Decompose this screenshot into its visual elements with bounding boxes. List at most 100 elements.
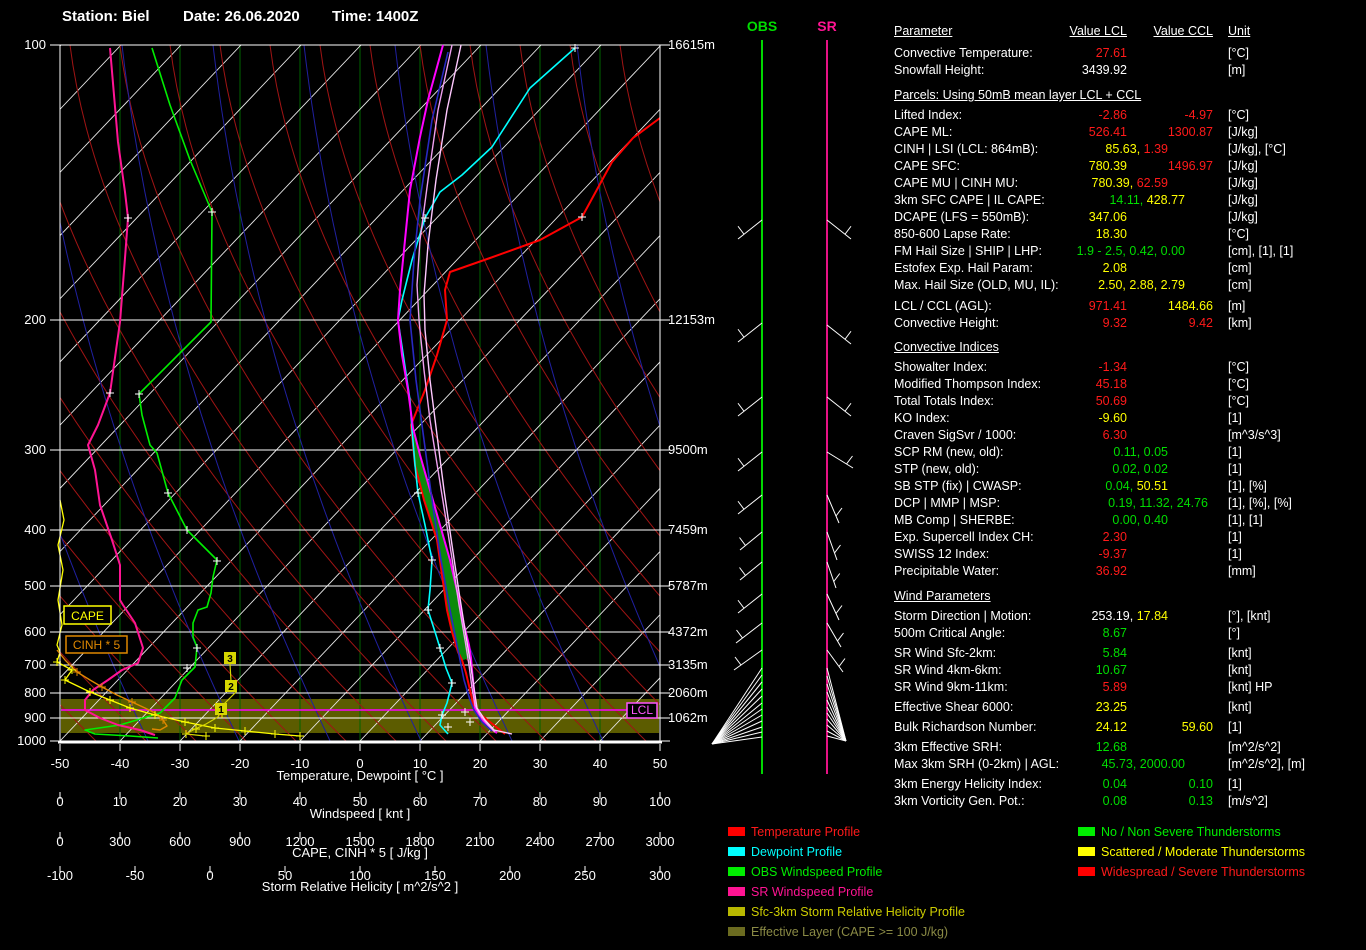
param-unit: [1] (1228, 530, 1242, 544)
legend-swatch (728, 887, 745, 896)
param-unit: [m^2/s^2] (1228, 740, 1281, 754)
param-value-lcl: 0.19, 11.32, 24.76 (1108, 496, 1208, 510)
param-value-lcl: 10.67 (1095, 663, 1127, 677)
param-value-lcl: 5.89 (1102, 680, 1127, 694)
axis-tick-label: 2400 (526, 834, 555, 849)
table-row: 3km Vorticity Gen. Pot.: 0.08 0.13 [m/s^2] (0, 794, 1366, 810)
table-row: Storm Direction | Motion: 253.19, 17.84 [°… (0, 609, 1366, 625)
table-row: Total Totals Index: 50.69 [°C] (0, 394, 1366, 410)
sounding-app-window: Station: Biel Date: 26.06.2020 Time: 140… (0, 0, 1366, 950)
param-value-lcl: 780.39, 62.59 (1091, 176, 1168, 190)
param-value-lcl: 0.04, 50.51 (1105, 479, 1168, 493)
legend-label: Effective Layer (CAPE >= 100 J/kg) (751, 925, 949, 939)
col-value-lcl: Value LCL (1069, 24, 1127, 38)
param-unit: [°C] (1228, 46, 1249, 60)
table-row: Estofex Exp. Hail Param: 2.08 [cm] (0, 261, 1366, 277)
param-value-lcl: -1.34 (1098, 360, 1128, 374)
table-row: LCL / CCL (AGL): 971.41 1484.66 [m] (0, 299, 1366, 315)
param-value-lcl: 253.19, 17.84 (1091, 609, 1168, 623)
param-label: Storm Direction | Motion: (894, 609, 1032, 623)
axis-tick-label: 200 (499, 868, 521, 883)
axis-tick-label: 0 (206, 868, 213, 883)
axis-tick-label: 3000 (646, 834, 675, 849)
axis-tick-label: -50 (126, 868, 145, 883)
param-label: Total Totals Index: (894, 394, 994, 408)
param-unit: [knt] (1228, 663, 1252, 677)
pressure-tick-label: 500 (24, 578, 46, 593)
param-label: Craven SigSvr / 1000: (894, 428, 1017, 442)
section-title: Convective Indices (894, 340, 999, 354)
axis-tick-label: 300 (649, 868, 671, 883)
param-unit: [m] (1228, 299, 1246, 313)
param-label: 3km Vorticity Gen. Pot.: (894, 794, 1025, 808)
param-label: CAPE MU | CINH MU: (894, 176, 1019, 190)
param-value-lcl: 12.68 (1095, 740, 1127, 754)
legend-label: SR Windspeed Profile (751, 885, 874, 899)
param-unit: [J/kg] (1228, 193, 1258, 207)
param-unit: [1] (1228, 411, 1242, 425)
param-unit: [J/kg] (1228, 125, 1258, 139)
param-value-lcl: -9.60 (1098, 411, 1128, 425)
param-label: 850-600 Lapse Rate: (894, 227, 1011, 241)
param-value-lcl: 24.12 (1095, 720, 1127, 734)
legend-swatch (728, 847, 745, 856)
param-value-lcl: 23.25 (1095, 700, 1127, 714)
table-row: Showalter Index: -1.34 [°C] (0, 360, 1366, 376)
param-unit: [J/kg] (1228, 176, 1258, 190)
param-value-lcl: -2.86 (1098, 108, 1128, 122)
param-value-lcl: 18.30 (1095, 227, 1127, 241)
param-value-lcl: 1.9 - 2.5, 0.42, 0.00 (1076, 244, 1185, 258)
param-value-lcl: 0.00, 0.40 (1112, 513, 1168, 527)
param-unit: [cm], [1], [1] (1228, 244, 1294, 258)
param-value-lcl: 971.41 (1088, 299, 1127, 313)
param-value-lcl: 2.50, 2.88, 2.79 (1098, 278, 1185, 292)
param-value-lcl: 85.63, 1.39 (1105, 142, 1168, 156)
table-row: SCP RM (new, old): 0.11, 0.05 [1] (0, 445, 1366, 461)
param-value-ccl: -4.97 (1184, 108, 1214, 122)
col-parameter: Parameter (894, 24, 953, 38)
table-row: SR Wind 9km-11km: 5.89 [knt] HP (0, 680, 1366, 696)
param-unit: [J/kg] (1228, 159, 1258, 173)
table-row: DCAPE (LFS = 550mB): 347.06 [J/kg] (0, 210, 1366, 226)
param-unit: [m^2/s^2], [m] (1228, 757, 1306, 771)
param-label: CAPE ML: (894, 125, 953, 139)
axis-title-srh: Storm Relative Helicity [ m^2/s^2 ] (262, 879, 458, 894)
param-label: Showalter Index: (894, 360, 988, 374)
axis-tick-label: 2700 (586, 834, 615, 849)
param-label: SB STP (fix) | CWASP: (894, 479, 1022, 493)
legend-swatch (728, 907, 745, 916)
legend-label: Widespread / Severe Thunderstorms (1101, 865, 1306, 879)
param-label: Bulk Richardson Number: (894, 720, 1037, 734)
param-value-ccl: 0.13 (1188, 794, 1213, 808)
param-value-lcl: 2.30 (1102, 530, 1127, 544)
param-label: Max. Hail Size (OLD, MU, IL): (894, 278, 1059, 292)
param-label: 3km SFC CAPE | IL CAPE: (894, 193, 1045, 207)
param-value-lcl: 0.11, 0.05 (1113, 445, 1168, 459)
param-value-lcl: 780.39 (1088, 159, 1127, 173)
param-label: Exp. Supercell Index CH: (894, 530, 1034, 544)
legend-label: Dewpoint Profile (751, 845, 843, 859)
table-row: DCP | MMP | MSP: 0.19, 11.32, 24.76 [1], [… (0, 496, 1366, 512)
table-row: Bulk Richardson Number: 24.12 59.60 [1] (0, 720, 1366, 736)
table-row: CAPE SFC: 780.39 1496.97 [J/kg] (0, 159, 1366, 175)
table-row: STP (new, old): 0.02, 0.02 [1] (0, 462, 1366, 478)
param-value-ccl: 0.10 (1188, 777, 1213, 791)
table-row: SR Wind Sfc-2km: 5.84 [knt] (0, 646, 1366, 662)
param-label: Convective Temperature: (894, 46, 1033, 60)
legend-swatch (728, 867, 745, 876)
table-row: MB Comp | SHERBE: 0.00, 0.40 [1], [1] (0, 513, 1366, 529)
param-label: SR Wind 4km-6km: (894, 663, 1002, 677)
legend-label: OBS Windspeed Profile (751, 865, 883, 879)
param-unit: [m] (1228, 63, 1246, 77)
table-row: Modified Thompson Index: 45.18 [°C] (0, 377, 1366, 393)
param-unit: [°C] (1228, 227, 1249, 241)
table-row: Exp. Supercell Index CH: 2.30 [1] (0, 530, 1366, 546)
param-value-lcl: 6.30 (1102, 428, 1127, 442)
param-unit: [1] (1228, 777, 1242, 791)
param-label: STP (new, old): (894, 462, 980, 476)
param-label: FM Hail Size | SHIP | LHP: (894, 244, 1042, 258)
param-label: DCP | MMP | MSP: (894, 496, 1001, 510)
param-unit: [°] (1228, 626, 1240, 640)
param-unit: [1], [1] (1228, 513, 1263, 527)
param-unit: [°C] (1228, 108, 1249, 122)
